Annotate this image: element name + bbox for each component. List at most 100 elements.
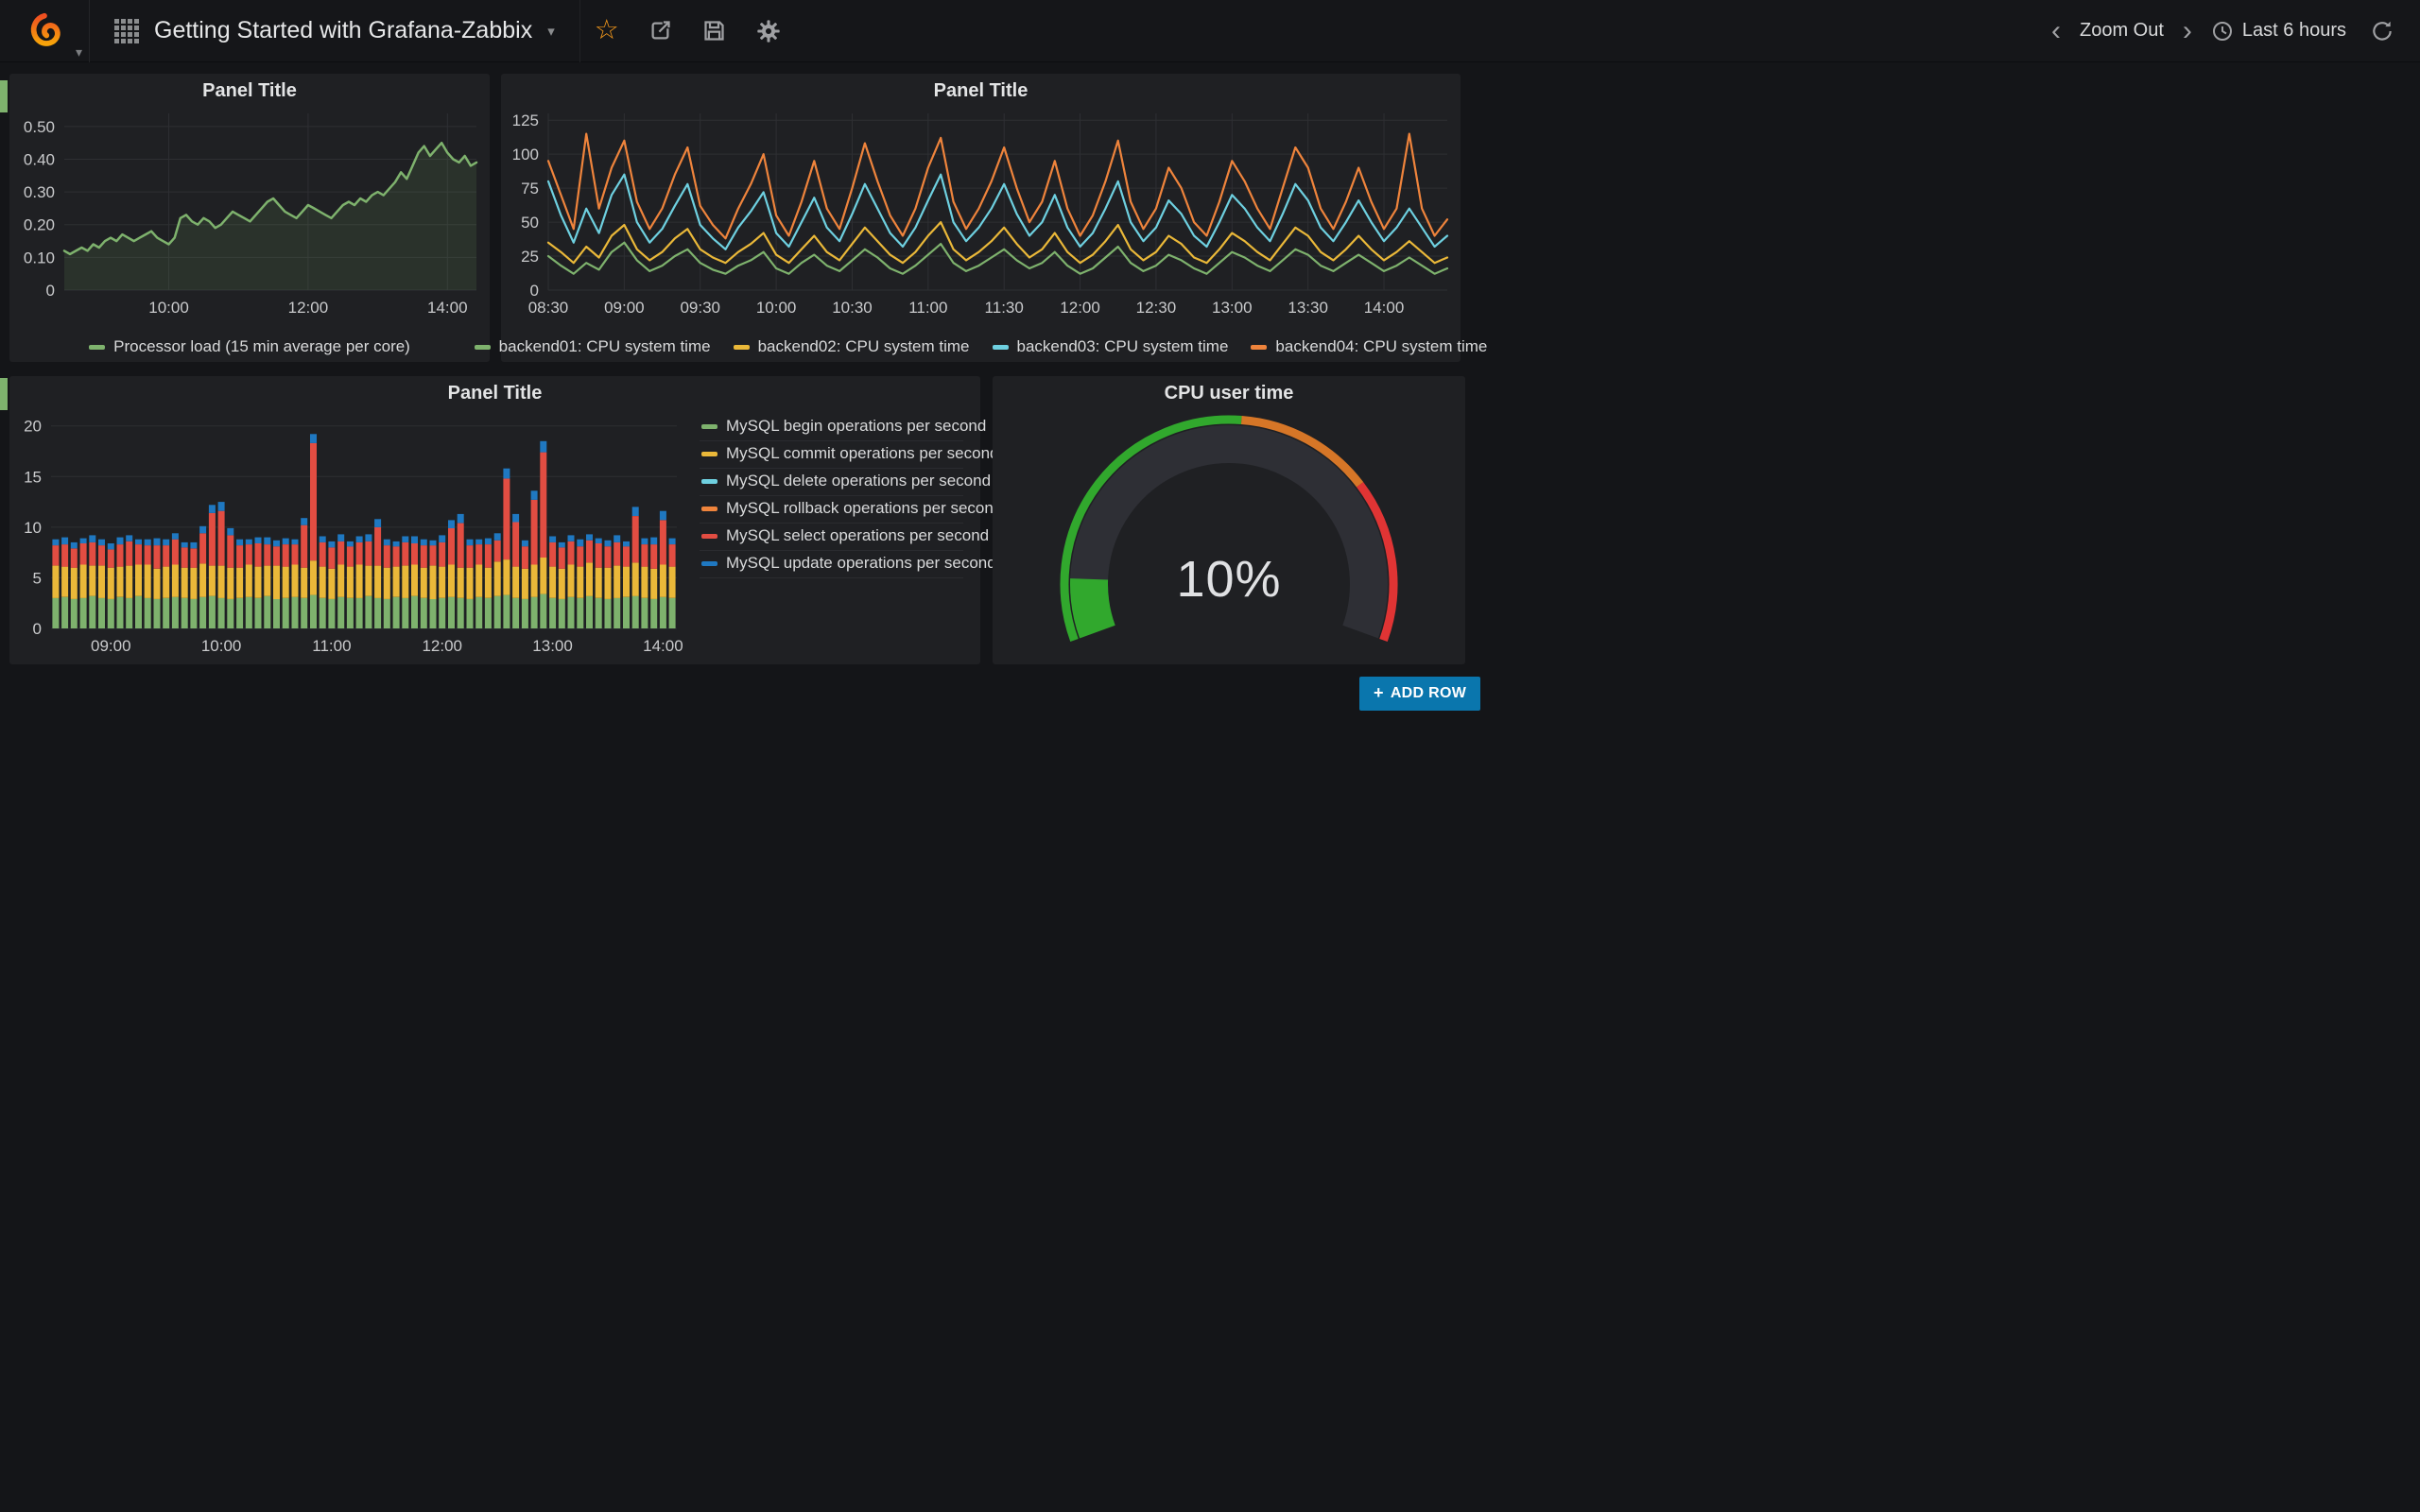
- legend-series-swatch-icon: [89, 345, 105, 350]
- cpu-user-time-gauge[interactable]: 10%: [993, 408, 1465, 659]
- legend-item[interactable]: backend03: CPU system time: [993, 337, 1229, 356]
- grafana-dashboard-app: ▾ Getting Started with Grafana-Zabbix ▾ …: [0, 0, 2420, 1512]
- svg-text:0.50: 0.50: [24, 118, 55, 136]
- panel-title[interactable]: Panel Title: [9, 383, 980, 404]
- panel-title[interactable]: Panel Title: [501, 80, 1461, 102]
- svg-text:10:30: 10:30: [832, 299, 873, 317]
- cpu-system-svg: 025507510012508:3009:0009:3010:0010:3011…: [505, 104, 1457, 318]
- legend-series-swatch-icon: [701, 534, 717, 539]
- svg-text:13:00: 13:00: [1212, 299, 1253, 317]
- svg-text:14:00: 14:00: [643, 637, 683, 655]
- time-range-picker[interactable]: Last 6 hours: [2202, 0, 2356, 62]
- cpu-system-time-chart[interactable]: 025507510012508:3009:0009:3010:0010:3011…: [505, 104, 1457, 318]
- legend-series-swatch-icon: [993, 345, 1009, 350]
- clock-icon: [2211, 20, 2234, 43]
- svg-text:0.30: 0.30: [24, 183, 55, 201]
- share-icon: [648, 18, 673, 43]
- svg-text:0: 0: [33, 620, 42, 638]
- row-collapse-handle[interactable]: [0, 378, 8, 410]
- share-dashboard-button[interactable]: [633, 0, 687, 62]
- svg-text:10: 10: [24, 519, 42, 537]
- legend-series-swatch-icon: [701, 507, 717, 511]
- dashboard-settings-button[interactable]: [741, 0, 796, 62]
- refresh-icon: [2370, 19, 2394, 43]
- legend-item[interactable]: backend01: CPU system time: [475, 337, 711, 356]
- processor-load-chart[interactable]: 00.100.200.300.400.5010:0012:0014:00: [13, 104, 486, 318]
- zoom-out-label: Zoom Out: [2080, 20, 2164, 42]
- svg-text:09:00: 09:00: [91, 637, 131, 655]
- chevron-down-icon: ▾: [547, 23, 555, 40]
- svg-text:0: 0: [530, 282, 539, 300]
- panel-cpu-system-time: Panel Title 025507510012508:3009:0009:30…: [501, 74, 1461, 362]
- refresh-button[interactable]: [2356, 0, 2409, 62]
- chevron-right-icon: ›: [2183, 15, 2192, 47]
- zoom-out-button[interactable]: Zoom Out: [2070, 0, 2173, 62]
- legend-item[interactable]: backend02: CPU system time: [734, 337, 970, 356]
- svg-text:0.40: 0.40: [24, 150, 55, 168]
- svg-text:0.10: 0.10: [24, 249, 55, 266]
- time-shift-forward-button[interactable]: ›: [2173, 0, 2202, 62]
- svg-text:09:00: 09:00: [604, 299, 645, 317]
- legend-item[interactable]: backend04: CPU system time: [1251, 337, 1487, 356]
- svg-text:14:00: 14:00: [1364, 299, 1405, 317]
- panel-title[interactable]: CPU user time: [993, 383, 1465, 404]
- chevron-down-icon: ▾: [76, 44, 82, 60]
- chart-legend: backend01: CPU system timebackend02: CPU…: [501, 337, 1461, 356]
- legend-series-label: backend04: CPU system time: [1275, 337, 1487, 356]
- legend-item[interactable]: MySQL update operations per second: [700, 551, 963, 578]
- legend-series-swatch-icon: [701, 452, 717, 456]
- dashboard-picker[interactable]: Getting Started with Grafana-Zabbix ▾: [90, 0, 580, 62]
- svg-text:5: 5: [33, 569, 42, 587]
- svg-text:0: 0: [46, 282, 55, 300]
- legend-series-label: backend03: CPU system time: [1017, 337, 1229, 356]
- chevron-left-icon: ‹: [2051, 15, 2061, 47]
- save-icon: [701, 18, 727, 43]
- legend-series-label: backend02: CPU system time: [758, 337, 970, 356]
- svg-text:10:00: 10:00: [201, 637, 242, 655]
- grafana-main-menu-button[interactable]: ▾: [0, 0, 90, 62]
- time-shift-back-button[interactable]: ‹: [2042, 0, 2070, 62]
- svg-text:08:30: 08:30: [528, 299, 569, 317]
- legend-series-label: Processor load (15 min average per core): [113, 337, 410, 356]
- panel-title[interactable]: Panel Title: [9, 80, 490, 102]
- svg-text:12:00: 12:00: [422, 637, 462, 655]
- legend-item[interactable]: MySQL begin operations per second: [700, 414, 963, 441]
- svg-text:12:00: 12:00: [288, 299, 329, 317]
- star-icon: ☆: [595, 17, 619, 44]
- legend-series-label: MySQL delete operations per second: [726, 472, 991, 490]
- star-dashboard-button[interactable]: ☆: [580, 0, 633, 62]
- save-dashboard-button[interactable]: [687, 0, 741, 62]
- svg-text:0.20: 0.20: [24, 216, 55, 234]
- svg-text:12:00: 12:00: [1060, 299, 1100, 317]
- svg-text:20: 20: [24, 418, 42, 436]
- chart-legend: Processor load (15 min average per core): [9, 337, 490, 356]
- svg-text:12:30: 12:30: [1136, 299, 1177, 317]
- svg-text:10:00: 10:00: [756, 299, 797, 317]
- add-row-button[interactable]: + ADD ROW: [1359, 677, 1480, 711]
- svg-text:11:30: 11:30: [985, 299, 1024, 317]
- dashboard-grid-icon: [114, 19, 139, 43]
- gauge-value: 10%: [993, 550, 1465, 609]
- legend-series-label: MySQL commit operations per second: [726, 444, 999, 463]
- panel-cpu-user-time: CPU user time 10%: [993, 376, 1465, 664]
- svg-text:11:00: 11:00: [908, 299, 947, 317]
- dashboard-title: Getting Started with Grafana-Zabbix: [154, 17, 532, 44]
- legend-series-swatch-icon: [734, 345, 750, 350]
- row-collapse-handle[interactable]: [0, 80, 8, 112]
- plus-icon: +: [1374, 683, 1384, 703]
- svg-text:09:30: 09:30: [680, 299, 720, 317]
- legend-item[interactable]: MySQL rollback operations per second: [700, 496, 963, 524]
- svg-text:25: 25: [521, 248, 539, 266]
- legend-series-label: MySQL rollback operations per second: [726, 499, 1002, 518]
- legend-item[interactable]: MySQL delete operations per second: [700, 469, 963, 496]
- svg-text:13:30: 13:30: [1288, 299, 1328, 317]
- legend-series-swatch-icon: [1251, 345, 1267, 350]
- legend-item[interactable]: Processor load (15 min average per core): [89, 337, 410, 356]
- legend-item[interactable]: MySQL commit operations per second: [700, 441, 963, 469]
- legend-item[interactable]: MySQL select operations per second: [700, 524, 963, 551]
- time-controls: ‹ Zoom Out › Last 6 hours: [2042, 0, 2420, 62]
- add-row-label: ADD ROW: [1391, 685, 1466, 702]
- legend-series-label: MySQL select operations per second: [726, 526, 989, 545]
- legend-series-swatch-icon: [701, 561, 717, 566]
- mysql-operations-chart[interactable]: 0510152009:0010:0011:0012:0013:0014:00: [13, 406, 686, 657]
